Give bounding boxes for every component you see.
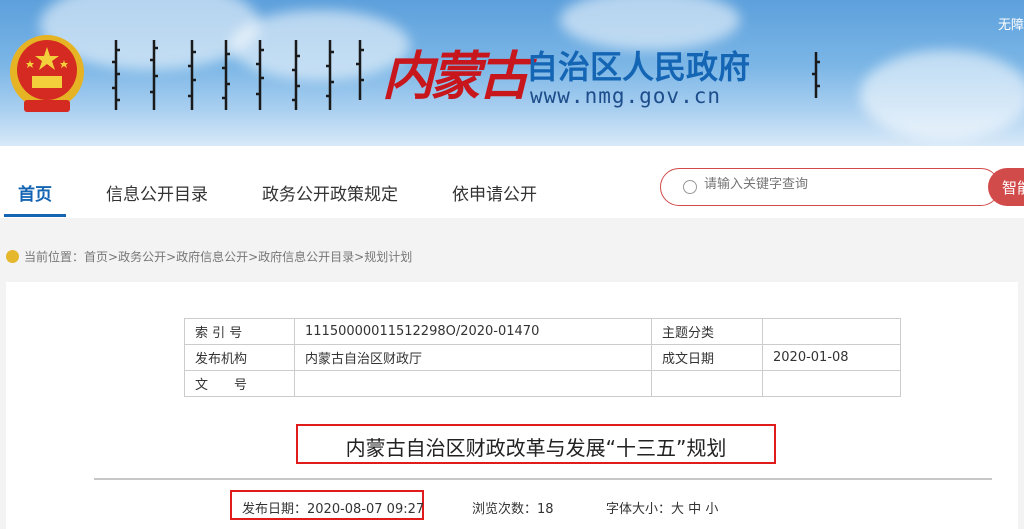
article-title: 内蒙古自治区财政改革与发展“十三五”规划 — [345, 436, 727, 460]
nav-item-home[interactable]: 首页 — [18, 180, 52, 205]
org-label: 发布机构 — [184, 344, 295, 371]
breadcrumb-path[interactable]: 首页>政务公开>政府信息公开>政府信息公开目录>规划计划 — [84, 250, 412, 264]
index-value: 11150000011512298O/2020-01470 — [294, 318, 652, 345]
breadcrumb: 当前位置：首页>政务公开>政府信息公开>政府信息公开目录>规划计划 — [6, 248, 412, 265]
mongolian-script-icon — [326, 40, 334, 110]
mongolian-script-icon — [812, 52, 820, 98]
publish-date: 发布日期：2020-08-07 09:27 — [242, 502, 425, 517]
mongolian-script-icon — [150, 40, 158, 110]
nav-item-policy[interactable]: 政务公开政策规定 — [262, 180, 398, 205]
empty-cell — [651, 370, 763, 397]
mongolian-script-icon — [222, 40, 230, 110]
font-size-label: 字体大小： — [606, 502, 672, 517]
header-banner: 内蒙古 自治区人民政府 www.nmg.gov.cn 无障 — [0, 0, 1024, 146]
org-value: 内蒙古自治区财政厅 — [294, 344, 652, 371]
brand-url[interactable]: www.nmg.gov.cn — [530, 84, 721, 108]
topic-label: 主题分类 — [651, 318, 763, 345]
mongolian-script-icon — [188, 40, 196, 110]
brand-title[interactable]: 自治区人民政府 — [526, 42, 750, 88]
date-value: 2020-01-08 — [762, 344, 901, 371]
index-label: 索 引 号 — [184, 318, 295, 345]
mongolian-script-icon — [292, 40, 300, 110]
topic-value — [762, 318, 901, 345]
search-input[interactable] — [704, 177, 974, 192]
doc-number-label: 文 号 — [184, 370, 295, 397]
font-size-large[interactable]: 大 — [671, 502, 684, 517]
nav-item-request[interactable]: 依申请公开 — [452, 180, 537, 205]
mongolian-script-icon — [112, 40, 120, 110]
nav-active-indicator — [4, 214, 66, 217]
search-button[interactable]: 智能 — [988, 168, 1024, 206]
cloud-decoration — [860, 50, 1024, 140]
search-icon — [683, 180, 697, 194]
search-box — [660, 168, 1000, 206]
metadata-table: 索 引 号 11150000011512298O/2020-01470 主题分类… — [184, 318, 901, 397]
table-row: 发布机构 内蒙古自治区财政厅 成文日期 2020-01-08 — [184, 344, 901, 371]
doc-number-value — [294, 370, 652, 397]
mongolian-script-icon — [356, 40, 364, 100]
brand-logo-text[interactable]: 内蒙古 — [382, 34, 530, 109]
date-label: 成文日期 — [651, 344, 763, 371]
national-emblem-icon — [10, 35, 84, 112]
font-size-small[interactable]: 小 — [705, 502, 718, 517]
location-pin-icon — [6, 250, 19, 263]
empty-cell — [762, 370, 901, 397]
accessibility-link[interactable]: 无障 — [998, 14, 1024, 33]
font-size-medium[interactable]: 中 — [688, 502, 701, 517]
mongolian-script-icon — [256, 40, 264, 110]
divider — [94, 478, 992, 480]
breadcrumb-prefix: 当前位置： — [24, 250, 85, 264]
view-count: 浏览次数：18 — [472, 502, 554, 517]
table-row: 文 号 — [184, 370, 901, 397]
font-size-control: 字体大小：大 中 小 — [606, 498, 718, 517]
table-row: 索 引 号 11150000011512298O/2020-01470 主题分类 — [184, 318, 901, 345]
nav-item-catalog[interactable]: 信息公开目录 — [106, 180, 208, 205]
